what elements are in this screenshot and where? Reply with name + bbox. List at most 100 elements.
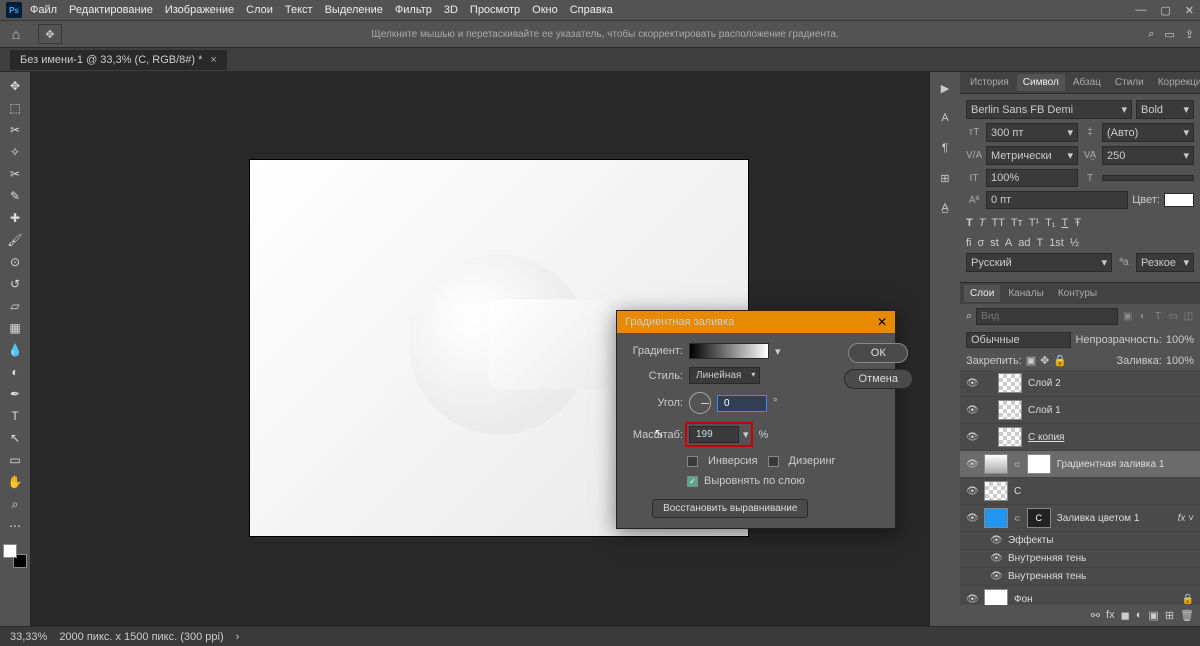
lock-all-icon[interactable]: 🔒 bbox=[1053, 354, 1067, 367]
small-caps-btn[interactable]: Tᴛ bbox=[1011, 217, 1023, 229]
pen-tool[interactable]: ✒ bbox=[3, 384, 27, 404]
menu-window[interactable]: Окно bbox=[532, 4, 558, 16]
filter-adj-icon[interactable]: ◐ bbox=[1137, 310, 1148, 324]
antialias-select[interactable]: Резкое▾ bbox=[1136, 253, 1194, 272]
layer-row[interactable]: 👁 С копия bbox=[960, 424, 1200, 451]
leading-field[interactable]: (Авто)▾ bbox=[1102, 123, 1194, 142]
filter-smart-icon[interactable]: ◫ bbox=[1183, 310, 1194, 324]
dither-checkbox[interactable] bbox=[768, 456, 779, 467]
layer-name[interactable]: С копия bbox=[1028, 432, 1064, 443]
layer-thumb[interactable] bbox=[998, 427, 1022, 447]
menu-text[interactable]: Текст bbox=[285, 4, 313, 16]
angle-wheel[interactable] bbox=[689, 392, 711, 414]
search-icon[interactable]: ⌕ bbox=[1148, 28, 1154, 41]
trash-icon[interactable]: 🗑 bbox=[1180, 609, 1194, 622]
scale-dropdown-icon[interactable]: ▾ bbox=[743, 428, 749, 441]
layer-row[interactable]: 👁⊂Градиентная заливка 1 bbox=[960, 451, 1200, 478]
dialog-title-bar[interactable]: Градиентная заливка ✕ bbox=[617, 311, 895, 333]
tab-history[interactable]: История bbox=[964, 74, 1015, 91]
tab-styles[interactable]: Стили bbox=[1109, 74, 1150, 91]
tab-adjust[interactable]: Коррекция bbox=[1152, 74, 1200, 91]
style-icon[interactable]: A̲ bbox=[935, 198, 955, 218]
menu-help[interactable]: Справка bbox=[570, 4, 613, 16]
eyedropper-tool[interactable]: ✎ bbox=[3, 186, 27, 206]
menu-3d[interactable]: 3D bbox=[444, 4, 458, 16]
layer-thumb[interactable] bbox=[984, 481, 1008, 501]
history-brush-tool[interactable]: ↺ bbox=[3, 274, 27, 294]
layer-row[interactable]: 👁 Слой 2 bbox=[960, 370, 1200, 397]
visibility-icon[interactable]: 👁 bbox=[990, 553, 1002, 564]
edit-toolbar[interactable]: ⋯ bbox=[3, 516, 27, 536]
invert-checkbox[interactable] bbox=[687, 456, 698, 467]
eraser-tool[interactable]: ▱ bbox=[3, 296, 27, 316]
tab-layers[interactable]: Слои bbox=[964, 285, 1000, 302]
blur-tool[interactable]: 💧 bbox=[3, 340, 27, 360]
layer-name[interactable]: Фон bbox=[1014, 594, 1033, 605]
tab-character[interactable]: Символ bbox=[1017, 74, 1065, 91]
layer-row[interactable]: 👁Фон🔒 bbox=[960, 586, 1200, 605]
share-icon[interactable]: ⇪ bbox=[1185, 28, 1194, 41]
move-tool[interactable]: ✥ bbox=[3, 76, 27, 96]
layer-thumb[interactable] bbox=[998, 400, 1022, 420]
vscale-field[interactable]: 100% bbox=[986, 169, 1078, 187]
marquee-tool[interactable]: ⬚ bbox=[3, 98, 27, 118]
lock-pos-icon[interactable]: ✥ bbox=[1040, 354, 1049, 367]
layer-name[interactable]: Заливка цветом 1 bbox=[1057, 513, 1140, 524]
visibility-icon[interactable]: 👁 bbox=[966, 405, 978, 416]
para-icon[interactable]: ¶ bbox=[935, 138, 955, 158]
hscale-field[interactable] bbox=[1102, 175, 1194, 181]
layer-row[interactable]: 👁 Слой 1 bbox=[960, 397, 1200, 424]
visibility-icon[interactable]: 👁 bbox=[966, 486, 978, 497]
effect-item[interactable]: 👁Внутренняя тень bbox=[960, 550, 1200, 568]
super-btn[interactable]: T¹ bbox=[1029, 217, 1039, 229]
menu-select[interactable]: Выделение bbox=[325, 4, 383, 16]
language-select[interactable]: Русский▾ bbox=[966, 253, 1112, 272]
scale-input[interactable]: 199 bbox=[689, 426, 739, 443]
opacity-value[interactable]: 100% bbox=[1166, 334, 1194, 346]
visibility-icon[interactable]: 👁 bbox=[966, 378, 978, 389]
effects-row[interactable]: 👁Эффекты bbox=[960, 532, 1200, 550]
fx-icon[interactable]: fx ˅ bbox=[1178, 513, 1194, 524]
layer-name[interactable]: Слой 1 bbox=[1028, 405, 1061, 416]
adjustment-icon[interactable]: ◐ bbox=[1136, 609, 1143, 622]
strike-btn[interactable]: Ŧ bbox=[1074, 217, 1081, 229]
fg-color[interactable] bbox=[3, 544, 17, 558]
minimize-icon[interactable]: — bbox=[1135, 4, 1146, 17]
tab-paths[interactable]: Контуры bbox=[1052, 285, 1103, 302]
cancel-button[interactable]: Отмена bbox=[844, 369, 913, 389]
stamp-tool[interactable]: ⊙ bbox=[3, 252, 27, 272]
visibility-icon[interactable]: 👁 bbox=[966, 432, 978, 443]
layer-name[interactable]: Слой 2 bbox=[1028, 378, 1061, 389]
baseline-field[interactable]: 0 пт bbox=[986, 191, 1128, 209]
dodge-tool[interactable]: ◐ bbox=[3, 362, 27, 382]
mask-thumb[interactable]: C bbox=[1027, 508, 1051, 528]
text-color-swatch[interactable] bbox=[1164, 193, 1194, 207]
shape-tool[interactable]: ▭ bbox=[3, 450, 27, 470]
layer-name[interactable]: Градиентная заливка 1 bbox=[1057, 459, 1165, 470]
mask-thumb[interactable] bbox=[1027, 454, 1051, 474]
menu-image[interactable]: Изображение bbox=[165, 4, 234, 16]
zoom-tool[interactable]: ⌕ bbox=[3, 494, 27, 514]
layer-thumb[interactable] bbox=[998, 373, 1022, 393]
new-layer-icon[interactable]: ⊞ bbox=[1165, 609, 1174, 622]
move-tool-icon[interactable]: ✥ bbox=[38, 24, 62, 44]
play-icon[interactable]: ▶ bbox=[935, 78, 955, 98]
effect-item[interactable]: 👁Внутренняя тень bbox=[960, 568, 1200, 586]
lasso-tool[interactable]: ✂ bbox=[3, 120, 27, 140]
heal-tool[interactable]: ✚ bbox=[3, 208, 27, 228]
path-tool[interactable]: ↖ bbox=[3, 428, 27, 448]
visibility-icon[interactable]: 👁 bbox=[966, 459, 978, 470]
brush-tool[interactable]: 🖌 bbox=[3, 230, 27, 250]
char-icon[interactable]: A bbox=[935, 108, 955, 128]
document-tab[interactable]: Без имени-1 @ 33,3% (C, RGB/8#) * × bbox=[10, 50, 227, 70]
glyph-icon[interactable]: ⊞ bbox=[935, 168, 955, 188]
doc-info[interactable]: 2000 пикс. x 1500 пикс. (300 ppi) bbox=[59, 631, 223, 643]
visibility-icon[interactable]: 👁 bbox=[990, 535, 1002, 546]
gradient-preview[interactable] bbox=[689, 343, 769, 359]
filter-img-icon[interactable]: ▣ bbox=[1122, 310, 1133, 324]
visibility-icon[interactable]: 👁 bbox=[966, 594, 978, 605]
dialog-close-icon[interactable]: ✕ bbox=[877, 315, 887, 329]
font-style-select[interactable]: Bold▾ bbox=[1136, 100, 1194, 119]
menu-file[interactable]: Файл bbox=[30, 4, 57, 16]
layer-thumb[interactable] bbox=[984, 589, 1008, 605]
